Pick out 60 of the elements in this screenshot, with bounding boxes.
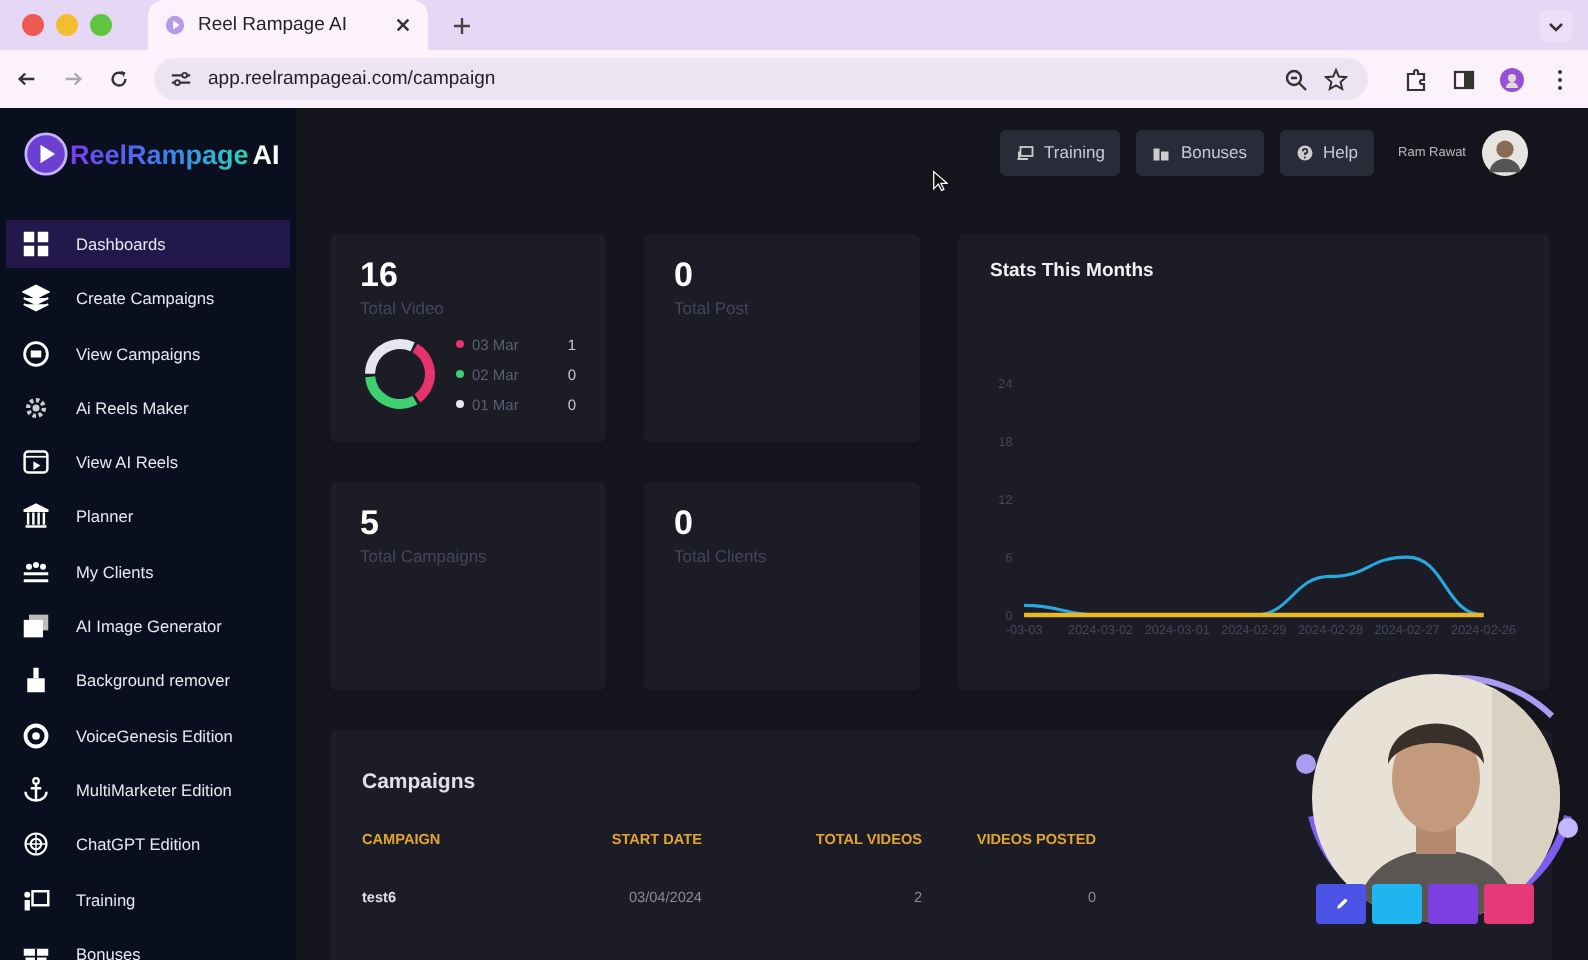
stack-icon <box>22 612 50 641</box>
logo-text: AI <box>252 139 280 169</box>
sidebar-item[interactable]: Ai Reels Maker <box>6 383 290 432</box>
screen-icon <box>22 885 50 914</box>
header-button[interactable]: Help <box>1279 129 1375 175</box>
back-icon[interactable] <box>16 68 38 90</box>
chart-title: Stats This Months <box>988 260 1156 282</box>
monitor-icon <box>1016 143 1035 161</box>
pencil-icon <box>1333 896 1349 912</box>
sidebar-item[interactable]: My Clients <box>6 547 290 596</box>
sidebar-item[interactable]: MultiMarketer Edition <box>6 765 290 814</box>
gear-icon <box>22 393 50 422</box>
avatar-icon[interactable] <box>1482 129 1528 175</box>
side-panel-icon[interactable] <box>1452 67 1476 91</box>
chevron-down-icon[interactable] <box>1540 9 1572 41</box>
close-window-button[interactable] <box>22 14 44 36</box>
film-icon <box>22 448 50 477</box>
profile-icon[interactable] <box>1500 67 1524 91</box>
pencil-button[interactable] <box>1316 884 1366 924</box>
building-icon <box>1152 143 1171 161</box>
sidebar-item[interactable]: Bonuses <box>6 929 290 960</box>
sidebar-item[interactable]: View Campaigns <box>6 329 290 378</box>
circle-icon <box>22 339 50 368</box>
sidebar-item[interactable]: Create Campaigns <box>6 274 290 323</box>
reload-icon[interactable] <box>108 68 130 90</box>
sidebar-item[interactable]: Training <box>6 875 290 924</box>
grid-icon <box>22 230 50 258</box>
play-logo-icon <box>24 132 68 176</box>
logo-text: ReelRampage <box>70 139 249 169</box>
sidebar-item[interactable]: Background remover <box>6 656 290 705</box>
sidebar-item[interactable]: View AI Reels <box>6 438 290 487</box>
stat-value: 0 <box>674 504 695 544</box>
address-bar[interactable]: app.reelrampageai.com/campaign <box>154 58 1368 100</box>
stat-value: 5 <box>360 504 381 544</box>
help-icon <box>1295 143 1314 161</box>
zoom-icon[interactable] <box>1284 67 1308 91</box>
layers-icon <box>22 284 50 313</box>
header-button[interactable]: Training <box>1000 129 1121 175</box>
sidebar-item[interactable]: VoiceGenesis Edition <box>6 711 290 760</box>
stat-value: 0 <box>674 256 695 296</box>
browser-tab[interactable]: Reel Rampage AI <box>148 0 428 50</box>
new-tab-icon[interactable] <box>452 15 472 35</box>
bank-icon <box>22 502 50 531</box>
sidebar-item[interactable]: Dashboards <box>6 220 290 268</box>
favicon-icon <box>164 14 186 36</box>
cursor-icon <box>932 170 948 192</box>
ring-icon <box>22 721 50 750</box>
puzzle-icon[interactable] <box>1404 67 1428 91</box>
star-icon[interactable] <box>1324 67 1348 91</box>
header-button[interactable]: Bonuses <box>1136 129 1264 175</box>
donut-drawing <box>360 334 440 414</box>
sidebar-item[interactable]: AI Image Generator <box>6 602 290 651</box>
sidebar-item[interactable]: ChatGPT Edition <box>6 820 290 869</box>
close-icon[interactable] <box>394 16 412 34</box>
people-icon <box>22 557 50 586</box>
stat-value: 16 <box>360 256 400 296</box>
sidebar-item[interactable]: Planner <box>6 492 290 541</box>
card-title: Campaigns <box>362 770 478 794</box>
site-settings-icon[interactable] <box>170 68 192 90</box>
anchor-icon <box>22 775 50 804</box>
